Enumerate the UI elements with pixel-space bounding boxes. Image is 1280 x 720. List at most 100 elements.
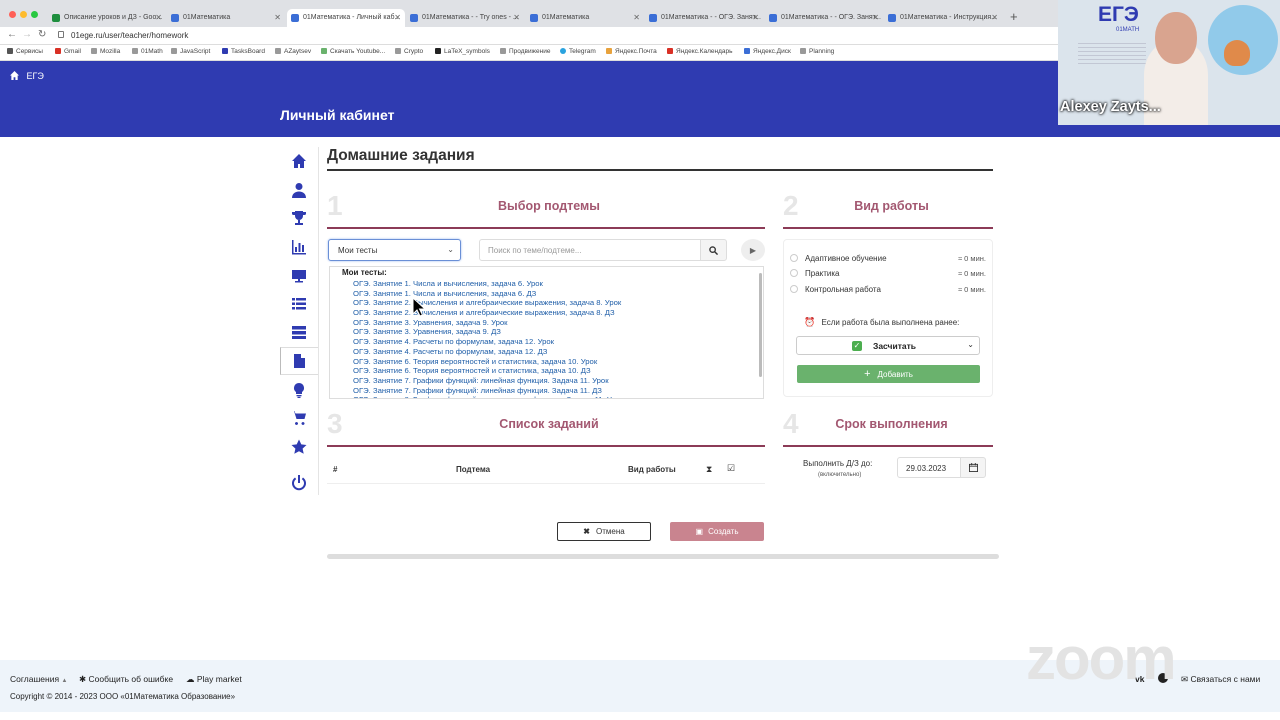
create-label: Создать [708, 527, 739, 536]
bookmark-item[interactable]: Gmail [55, 48, 81, 55]
agreements-link[interactable]: Соглашения ▲ [10, 674, 67, 684]
back-icon[interactable]: ← [7, 29, 17, 40]
sidebar-favorites[interactable] [284, 433, 314, 461]
bookmark-item[interactable]: Скачать Youtube... [321, 48, 385, 55]
subtopic-list-item[interactable]: ОГЭ. Занятие 6. Теория вероятностей и ст… [353, 366, 753, 376]
close-icon[interactable]: ✕ [991, 13, 998, 22]
browser-tab[interactable]: 01Математика - - Try ones - ... ✕ [406, 9, 524, 27]
forward-icon[interactable]: → [22, 29, 32, 40]
sidebar-list[interactable] [284, 290, 314, 318]
close-icon[interactable]: ✕ [155, 13, 162, 22]
work-type-option[interactable]: Адаптивное обучение ≈ 0 мин. [790, 253, 988, 265]
minimize-window-button[interactable] [20, 11, 27, 18]
subtopic-list-item[interactable]: ОГЭ. Занятие 6. Теория вероятностей и ст… [353, 357, 753, 367]
due-date-input[interactable]: 29.03.2023 [897, 457, 961, 478]
contact-link[interactable]: ✉ Связаться с нами [1181, 674, 1260, 685]
subtopic-list-item[interactable]: ОГЭ. Занятие 7. Графики функций: линейна… [353, 386, 753, 396]
list-scrollbar[interactable] [759, 273, 762, 377]
create-button[interactable]: ▣ Создать [670, 522, 764, 541]
bookmark-item[interactable]: Продвижение [500, 48, 550, 55]
browser-tab[interactable]: 01Математика - Инструкция... ✕ [884, 9, 1002, 27]
add-work-button[interactable]: + Добавить [797, 365, 980, 383]
browser-tab[interactable]: 01Математика ✕ [167, 9, 285, 27]
maximize-window-button[interactable] [31, 11, 38, 18]
sidebar-profile[interactable] [284, 176, 314, 204]
sidebar-ideas[interactable] [284, 376, 314, 404]
radio-button[interactable] [790, 285, 798, 293]
sidebar-tasks[interactable] [284, 318, 314, 346]
browser-tab[interactable]: 01Математика - - ОГЭ. Занят... ✕ [645, 9, 763, 27]
subtopic-list-item[interactable]: ОГЭ. Занятие 8. Графики функций: квадрат… [353, 395, 753, 398]
subtopic-list[interactable]: Мои тесты: ОГЭ. Занятие 1. Числа и вычис… [329, 266, 764, 399]
horizontal-scrollbar[interactable] [327, 554, 999, 559]
play-button[interactable]: ▶ [741, 239, 765, 261]
subtopic-list-item[interactable]: ОГЭ. Занятие 4. Расчеты по формулам, зад… [353, 337, 753, 347]
subtopic-list-item[interactable]: ОГЭ. Занятие 1. Числа и вычисления, зада… [353, 279, 753, 289]
search-button[interactable] [700, 239, 727, 261]
browser-tab[interactable]: 01Математика - - ОГЭ. Занят... ✕ [765, 9, 883, 27]
copyright-text: Copyright © 2014 - 2023 ООО «01Математик… [10, 692, 236, 701]
sidebar-logout[interactable] [284, 469, 314, 497]
browser-tab-active[interactable]: 01Математика - Личный каб... ✕ [287, 9, 405, 27]
play-market-link[interactable]: ☁ Play market [186, 674, 242, 685]
radio-button[interactable] [790, 269, 798, 277]
bookmark-item[interactable]: Telegram [560, 48, 596, 55]
subtopic-source-select[interactable]: Мои тесты ⌄ [328, 239, 461, 261]
bookmark-item[interactable]: Mozilla [91, 48, 120, 55]
close-icon[interactable]: ✕ [752, 13, 759, 22]
close-icon[interactable]: ✕ [274, 13, 281, 22]
sidebar-lessons[interactable] [284, 262, 314, 290]
bookmark-item[interactable]: LaTeX_symbols [435, 48, 490, 55]
chevron-down-icon: ⌄ [447, 245, 454, 254]
sidebar-achievements[interactable] [284, 204, 314, 232]
close-icon[interactable]: ✕ [394, 13, 401, 22]
sidebar-statistics[interactable] [284, 233, 314, 261]
calendar-button[interactable] [960, 457, 986, 478]
close-icon[interactable]: ✕ [872, 13, 879, 22]
browser-tab[interactable]: Описание уроков и ДЗ - Goo... ✕ [48, 9, 166, 27]
browser-tab[interactable]: 01Математика ✕ [526, 9, 644, 27]
home-nav-link[interactable]: ЕГЭ [10, 71, 44, 81]
previous-work-select[interactable]: ✓ Засчитать ⌄ [796, 336, 980, 355]
tab-label: Описание уроков и ДЗ - Goo... [64, 14, 163, 21]
subtopic-list-item[interactable]: ОГЭ. Занятие 3. Уравнения, задача 9. ДЗ [353, 327, 753, 337]
reload-icon[interactable]: ↻ [38, 29, 46, 40]
work-type-option[interactable]: Контрольная работа ≈ 0 мин. [790, 284, 988, 296]
cloud-icon: ☁ [186, 674, 195, 684]
sidebar-homework[interactable] [284, 347, 314, 375]
bookmark-item[interactable]: AZaytsev [275, 48, 311, 55]
subtopic-list-item[interactable]: ОГЭ. Занятие 4. Расчеты по формулам, зад… [353, 347, 753, 357]
subtopic-list-item[interactable]: ОГЭ. Занятие 3. Уравнения, задача 9. Уро… [353, 318, 753, 328]
site-icon [769, 14, 777, 22]
cancel-button[interactable]: ✖ Отмена [557, 522, 651, 541]
select-value: Мои тесты [338, 246, 378, 255]
close-icon[interactable]: ✕ [633, 13, 640, 22]
trophy-icon [292, 211, 306, 225]
chevron-down-icon: ⌄ [967, 340, 974, 349]
subtopic-list-item[interactable]: ОГЭ. Занятие 7. Графики функций: линейна… [353, 376, 753, 386]
url-field[interactable]: 01ege.ru/user/teacher/homework [71, 31, 188, 40]
close-window-button[interactable] [9, 11, 16, 18]
radio-button[interactable] [790, 254, 798, 262]
site-icon [530, 14, 538, 22]
sidebar-home[interactable] [284, 147, 314, 175]
new-tab-button[interactable]: + [1010, 9, 1018, 24]
bookmark-item[interactable]: TasksBoard [222, 48, 265, 55]
section-number: 1 [327, 190, 343, 221]
topic-search-input[interactable]: Поиск по теме/подтеме... [479, 239, 701, 261]
report-error-link[interactable]: ✱ Сообщить об ошибке [79, 674, 173, 685]
work-type-option[interactable]: Практика ≈ 0 мин. [790, 268, 988, 280]
table-divider [327, 483, 765, 484]
bookmark-item[interactable]: JavaScript [171, 48, 210, 55]
bookmark-item[interactable]: Crypto [395, 48, 423, 55]
browser-tab-bar: Описание уроков и ДЗ - Goo... ✕ 01Математ… [0, 0, 1058, 27]
bookmark-item[interactable]: Сервисы [7, 48, 43, 55]
bookmark-item[interactable]: Planning [800, 48, 834, 55]
sidebar-shop[interactable] [284, 404, 314, 432]
bookmark-item[interactable]: 01Math [132, 48, 163, 55]
bookmark-item[interactable]: Яндекс.Календарь [667, 48, 732, 55]
close-icon[interactable]: ✕ [513, 13, 520, 22]
bookmark-item[interactable]: Яндекс.Почта [606, 48, 657, 55]
agreements-label: Соглашения [10, 674, 60, 684]
bookmark-item[interactable]: Яндекс.Диск [744, 48, 791, 55]
